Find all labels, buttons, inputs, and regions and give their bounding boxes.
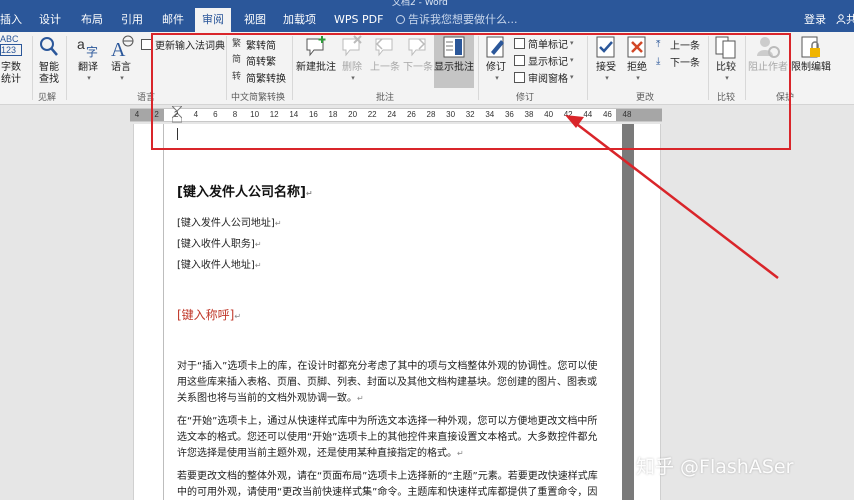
paragraph-mark: ↵ [357, 394, 364, 403]
paragraph-mark: ↵ [274, 219, 282, 228]
tab-wps-pdf[interactable]: WPS PDF [334, 8, 383, 32]
company-text: [键入发件人公司名称] [177, 185, 306, 200]
lightbulb-icon [396, 15, 405, 24]
tab-insert[interactable]: 插入 [0, 8, 22, 32]
magnifier-icon [40, 37, 58, 56]
recipient-address-text: [键入收件人地址] [177, 260, 255, 271]
paragraph-mark: ↵ [457, 449, 464, 458]
body-paragraph-1[interactable]: 对于“插入”选项卡上的库，在设计时都充分考虑了其中的项与文档整体外观的协调性。您… [177, 359, 602, 407]
word-count-button[interactable]: ABC 123 字数 统计 [0, 34, 22, 86]
share-label: 共享 [846, 13, 854, 26]
body-paragraph-3-text: 若要更改文档的整体外观，请在“页面布局”选项卡上选择新的“主题”元素。若要更改快… [177, 471, 598, 498]
salutation-text: [键入称呼] [177, 308, 235, 322]
body-paragraph-3[interactable]: 若要更改文档的整体外观，请在“页面布局”选项卡上选择新的“主题”元素。若要更改快… [177, 469, 602, 500]
language-label: 语言 [111, 62, 131, 73]
left-margin-line [163, 124, 164, 500]
tab-layout[interactable]: 布局 [81, 8, 103, 32]
login-button[interactable]: 登录 [804, 8, 826, 32]
group-label-insights: 见解 [38, 93, 57, 103]
ribbon-tab-bar: 插入 设计 布局 引用 邮件 审阅 视图 加载项 WPS PDF 告诉我您想要做… [0, 8, 854, 32]
smart-lookup-label: 智能 查找 [39, 62, 59, 85]
ruler-number: 4 [134, 110, 140, 119]
word-window: 文档2 - Word 插入 设计 布局 引用 邮件 审阅 视图 加载项 WPS … [0, 0, 854, 500]
recipient-title-text: [键入收件人职务] [177, 239, 255, 250]
paragraph-mark: ↵ [254, 240, 262, 249]
annotation-highlight-box [151, 33, 791, 150]
page-right-edge [622, 124, 634, 500]
svg-text:A: A [111, 39, 126, 60]
watermark: 知乎 @FlashASer [636, 456, 794, 478]
translate-icon: a字 [77, 36, 98, 59]
chevron-down-icon: ▾ [120, 74, 124, 82]
tab-mailings[interactable]: 邮件 [162, 8, 184, 32]
body-paragraph-2[interactable]: 在“开始”选项卡上，通过从快速样式库中为所选文本选择一种外观，您可以方便地更改文… [177, 414, 602, 462]
body-paragraph-1-text: 对于“插入”选项卡上的库，在设计时都充分考虑了其中的项与文档整体外观的协调性。您… [177, 361, 598, 404]
paragraph-mark: ↵ [234, 312, 242, 321]
salutation-placeholder[interactable]: [键入称呼]↵ [177, 306, 241, 323]
paragraph-mark: ↵ [305, 189, 313, 198]
translate-button[interactable]: a字 翻译 ▾ [73, 34, 103, 82]
language-button[interactable]: A 语言 ▾ [106, 34, 136, 82]
abc-icon: ABC 123 [0, 34, 22, 60]
recipient-address-placeholder[interactable]: [键入收件人地址]↵ [177, 256, 262, 271]
person-icon [836, 14, 846, 25]
smart-lookup-button[interactable]: 智能 查找 [37, 34, 61, 86]
window-title: 文档2 - Word [392, 0, 448, 8]
recipient-title-placeholder[interactable]: [键入收件人职务]↵ [177, 235, 262, 250]
company-name-placeholder[interactable]: [键入发件人公司名称]↵ [177, 181, 313, 200]
tell-me-box[interactable]: 告诉我您想要做什么... [396, 8, 518, 32]
sender-address-text: [键入发件人公司地址] [177, 218, 275, 229]
tab-references[interactable]: 引用 [121, 8, 143, 32]
word-count-label: 字数 统计 [1, 62, 21, 85]
chevron-down-icon: ▾ [87, 74, 91, 82]
paragraph-mark: ↵ [254, 261, 262, 270]
tab-design[interactable]: 设计 [39, 8, 61, 32]
title-bar: 文档2 - Word [0, 0, 854, 8]
restrict-editing-button[interactable]: 限制编辑 [791, 34, 831, 74]
tab-review[interactable]: 审阅 [195, 8, 231, 32]
separator [32, 36, 33, 100]
tab-addins[interactable]: 加载项 [283, 8, 316, 32]
tab-view[interactable]: 视图 [244, 8, 266, 32]
svg-text:字: 字 [86, 44, 98, 59]
share-button[interactable]: 共享 [836, 8, 854, 32]
restrict-editing-label: 限制编辑 [791, 62, 831, 73]
tell-me-text: 告诉我您想要做什么... [408, 13, 518, 26]
language-icon: A [111, 35, 134, 60]
num-text: 123 [0, 44, 22, 56]
svg-text:a: a [77, 36, 85, 52]
translate-label: 翻译 [78, 62, 98, 73]
abc-text: ABC [0, 34, 19, 44]
lock-icon [801, 36, 820, 58]
sender-address-placeholder[interactable]: [键入发件人公司地址]↵ [177, 214, 282, 229]
separator [66, 36, 67, 100]
body-paragraph-2-text: 在“开始”选项卡上，通过从快速样式库中为所选文本选择一种外观，您可以方便地更改文… [177, 416, 598, 459]
